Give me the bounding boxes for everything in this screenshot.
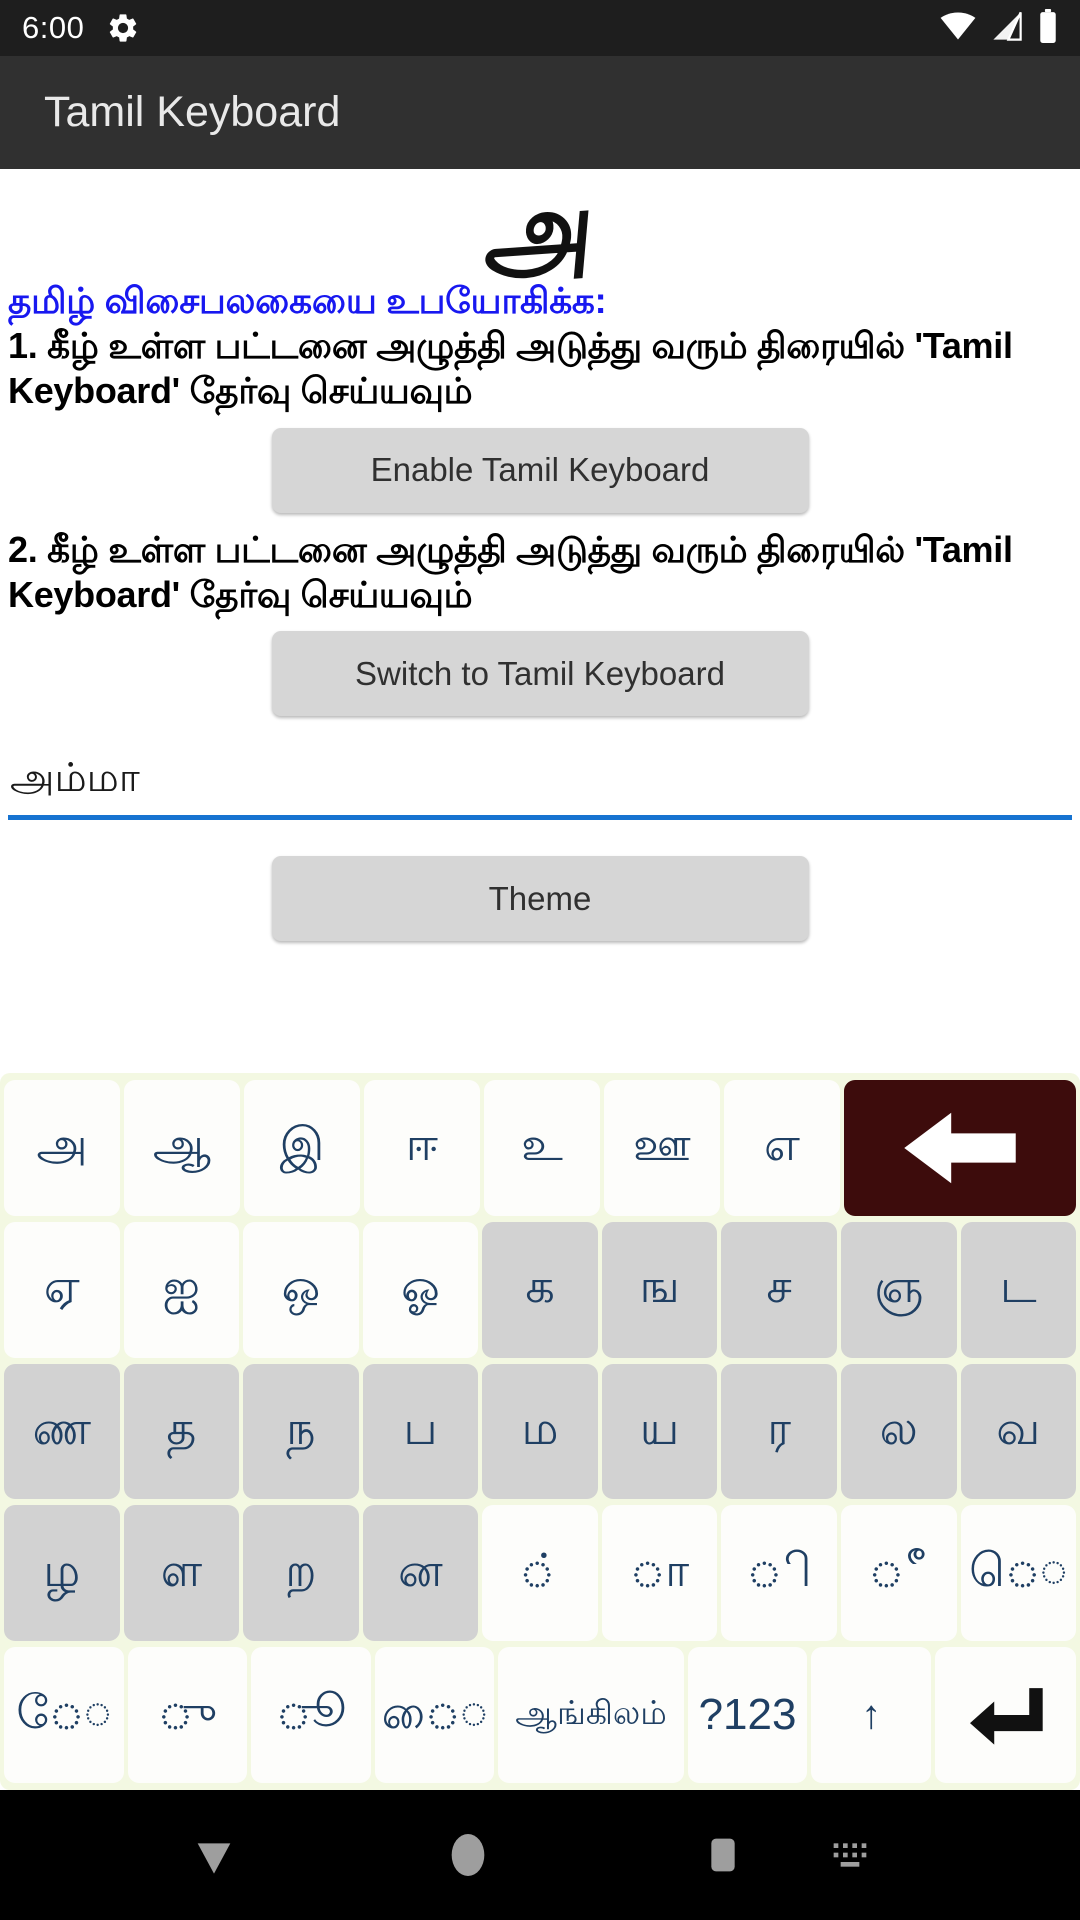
keyboard-row-1: அஆஇஈஉஊஎ xyxy=(2,1077,1078,1219)
nav-recents-icon[interactable] xyxy=(695,1827,751,1883)
key-ya[interactable]: ய xyxy=(601,1363,718,1500)
key-ai[interactable]: ஐ xyxy=(123,1221,240,1358)
key-sign-ee[interactable]: ே◌ xyxy=(4,1647,124,1783)
key-shift[interactable]: ↑ xyxy=(811,1647,931,1783)
key-aa[interactable]: ஆ xyxy=(124,1080,240,1216)
battery-icon xyxy=(1038,8,1058,48)
theme-button[interactable]: Theme xyxy=(271,856,809,942)
instruction-step-2: 2. கீழ் உள்ள பட்டனை அழுத்தி அடுத்து வரும… xyxy=(8,528,1013,615)
key-nya[interactable]: ஞ xyxy=(840,1221,957,1358)
key-sign-ii[interactable]: ◌ீ xyxy=(840,1505,957,1642)
key-i[interactable]: இ xyxy=(244,1080,360,1216)
gear-icon xyxy=(106,11,140,45)
key-enter[interactable] xyxy=(934,1647,1077,1783)
logo-tamil-letter-a: அ xyxy=(480,169,600,294)
key-zha[interactable]: ழ xyxy=(4,1505,120,1642)
key-va[interactable]: வ xyxy=(960,1363,1077,1500)
wifi-icon xyxy=(940,11,976,46)
nav-keyboard-switch-icon[interactable] xyxy=(822,1827,878,1883)
key-uu[interactable]: ஊ xyxy=(604,1080,720,1216)
key-nna[interactable]: ண xyxy=(4,1363,120,1500)
keyboard-row-4: ழ ள ற ன ◌் ◌ா ◌ி ◌ீெ◌ xyxy=(2,1502,1078,1644)
key-ma[interactable]: ம xyxy=(482,1363,598,1500)
status-bar: 6:00 xyxy=(0,0,1080,56)
page-title: Tamil Keyboard xyxy=(44,88,341,136)
key-nnna[interactable]: ன xyxy=(362,1505,479,1642)
tamil-keyboard: அ ஆ இ ஈ உ ஊ எ ஏ ஐ ஒ ஓ க ங ச ஞ ட ண த ந ப ம ய ர ல வ ழ ள ற ன ◌் ◌ா ◌ி ◌ீெ◌ே… xyxy=(0,1073,1080,1790)
key-sign-pulli[interactable]: ◌் xyxy=(482,1505,598,1642)
key-tha[interactable]: த xyxy=(123,1363,240,1500)
key-tta[interactable]: ட xyxy=(960,1221,1077,1358)
key-sign-i[interactable]: ◌ி xyxy=(721,1505,837,1642)
status-clock: 6:00 xyxy=(22,10,85,45)
key-sign-u[interactable]: ◌ு xyxy=(127,1647,248,1783)
switch-to-tamil-keyboard-button[interactable]: Switch to Tamil Keyboard xyxy=(271,631,809,717)
key-la[interactable]: ல xyxy=(840,1363,957,1500)
sample-text-input[interactable] xyxy=(8,752,1072,816)
switch-button-row: Switch to Tamil Keyboard xyxy=(0,617,1080,730)
key-ee[interactable]: ஏ xyxy=(4,1221,120,1358)
key-symbols[interactable]: ?123 xyxy=(687,1647,808,1783)
key-lla[interactable]: ள xyxy=(123,1505,240,1642)
cellular-signal-icon xyxy=(990,11,1024,46)
key-na[interactable]: ந xyxy=(243,1363,359,1500)
navigation-bar xyxy=(0,1790,1080,1920)
enable-button-row: Enable Tamil Keyboard xyxy=(0,414,1080,527)
enable-tamil-keyboard-button[interactable]: Enable Tamil Keyboard xyxy=(271,427,809,513)
key-u[interactable]: உ xyxy=(484,1080,600,1216)
nav-home-icon[interactable] xyxy=(440,1827,496,1883)
key-ii[interactable]: ஈ xyxy=(364,1080,480,1216)
key-rra[interactable]: ற xyxy=(243,1505,359,1642)
keyboard-row-2: ஏஐஒஓகஙசஞட xyxy=(2,1219,1078,1361)
key-backspace[interactable] xyxy=(844,1080,1076,1216)
key-pa[interactable]: ப xyxy=(362,1363,479,1500)
status-icons xyxy=(940,8,1058,48)
text-input-container xyxy=(0,752,1080,821)
phone-screen: 6:00 Tamil Keyboard அ தமிழ் விசைபலகையை உ… xyxy=(0,0,1080,1920)
text-input-underline xyxy=(8,815,1072,821)
key-ra[interactable]: ர xyxy=(721,1363,837,1500)
key-language-english[interactable]: ஆங்கிலம் xyxy=(498,1647,684,1783)
keyboard-row-3: ணதநபமயரலவ xyxy=(2,1361,1078,1503)
app-logo: அ xyxy=(0,169,1080,294)
key-sign-e[interactable]: ெ◌ xyxy=(960,1505,1077,1642)
keyboard-row-5: ே◌ ◌ு ◌ூை◌ ஆங்கிலம் ?123 ↑ xyxy=(2,1644,1078,1786)
key-ca[interactable]: ச xyxy=(721,1221,837,1358)
key-e[interactable]: எ xyxy=(724,1080,840,1216)
key-ka[interactable]: க xyxy=(482,1221,598,1358)
key-nga[interactable]: ங xyxy=(601,1221,718,1358)
instruction-step-1: 1. கீழ் உள்ள பட்டனை அழுத்தி அடுத்து வரும… xyxy=(8,324,1013,412)
app-bar: Tamil Keyboard xyxy=(0,56,1080,169)
key-sign-uu[interactable]: ◌ூ xyxy=(251,1647,371,1783)
key-o[interactable]: ஒ xyxy=(243,1221,359,1358)
key-oo[interactable]: ஓ xyxy=(362,1221,479,1358)
key-sign-ai[interactable]: ை◌ xyxy=(374,1647,495,1783)
key-sign-aa[interactable]: ◌ா xyxy=(601,1505,718,1642)
key-a[interactable]: அ xyxy=(4,1080,120,1216)
theme-button-row: Theme xyxy=(0,842,1080,955)
nav-back-icon[interactable] xyxy=(186,1827,242,1883)
